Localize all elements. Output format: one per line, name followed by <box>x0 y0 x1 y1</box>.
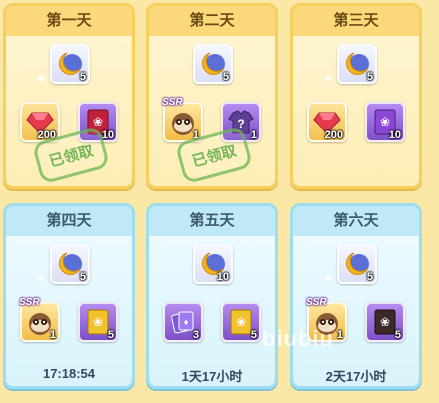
reward-qty: 10 <box>101 129 114 141</box>
ssr-badge: SSR <box>162 97 183 108</box>
day-title: 第一天 <box>6 6 132 36</box>
day-title: 第五天 <box>149 206 275 236</box>
svg-text:♦: ♦ <box>184 317 189 327</box>
ssr-badge: SSR <box>19 297 40 308</box>
reward-slot[interactable]: ❀ 5 <box>221 302 261 342</box>
day-card-3[interactable]: 第三天 5 200 ❀ 10 ✦ <box>290 3 422 189</box>
reward-slot[interactable]: 200 <box>20 102 60 142</box>
reward-slot[interactable]: SSR 1 <box>162 97 203 142</box>
reward-qty: 5 <box>250 329 257 341</box>
sparkle-icon: ✦ <box>36 272 47 286</box>
watermark: biubiu <box>262 326 334 351</box>
reward-qty: 200 <box>324 129 343 141</box>
reward-slot-main[interactable]: 5 <box>193 44 233 84</box>
reward-slot-main[interactable]: 5 <box>337 244 377 284</box>
reward-slot[interactable]: 200 <box>307 102 347 142</box>
day-title: 第三天 <box>293 6 419 36</box>
day-title: 第四天 <box>6 206 132 236</box>
countdown-timer: 17:18:54 <box>42 366 96 381</box>
sparkle-icon: ✦ <box>323 72 334 86</box>
day-title: 第六天 <box>293 206 419 236</box>
sparkle-icon: ✦ <box>36 72 47 86</box>
ssr-badge: SSR <box>306 297 327 308</box>
reward-slot[interactable]: ❀ 5 <box>78 302 118 342</box>
day-card-5[interactable]: 第五天 10 ♦ 3 ❀ 5 1天17小时 <box>146 203 278 389</box>
reward-slot-main[interactable]: 5 <box>50 44 90 84</box>
day-card-4[interactable]: 第四天 5 SSR 1 ❀ 5 ✦ 17:18:54 <box>3 203 135 389</box>
sparkle-icon: ✦ <box>323 272 334 286</box>
reward-qty: 10 <box>216 271 229 283</box>
reward-slot[interactable]: SSR 1 <box>19 297 60 342</box>
reward-qty: 5 <box>79 271 86 283</box>
reward-qty: 5 <box>394 329 401 341</box>
reward-qty: 5 <box>366 71 373 83</box>
svg-text:❀: ❀ <box>93 315 103 329</box>
svg-text:❀: ❀ <box>93 115 103 129</box>
svg-text:❀: ❀ <box>380 115 390 129</box>
reward-qty: 5 <box>366 271 373 283</box>
reward-slot[interactable]: ❀ 10 <box>365 102 405 142</box>
reward-qty: 5 <box>222 71 229 83</box>
reward-qty: 5 <box>79 71 86 83</box>
countdown-timer: 2天17小时 <box>325 369 387 384</box>
day-card-2[interactable]: 第二天 5 SSR 1 ? 1 已领取 <box>146 3 278 189</box>
reward-qty: 1 <box>49 329 56 341</box>
reward-qty: 1 <box>336 329 343 341</box>
reward-qty: 3 <box>192 329 199 341</box>
day-title: 第二天 <box>149 6 275 36</box>
reward-slot[interactable]: ♦ 3 <box>163 302 203 342</box>
reward-slot[interactable]: ❀ 5 <box>365 302 405 342</box>
reward-qty: 5 <box>107 329 114 341</box>
day-card-6[interactable]: 第六天 5 SSR 1 ❀ 5 ✦ 2天17小时 <box>290 203 422 389</box>
svg-text:❀: ❀ <box>380 315 390 329</box>
reward-slot-main[interactable]: 5 <box>50 244 90 284</box>
reward-slot-main[interactable]: 5 <box>337 44 377 84</box>
reward-qty: 10 <box>388 129 401 141</box>
day-card-1[interactable]: 第一天 5 200 ❀ 10 已领取 ✦ <box>3 3 135 189</box>
checkin-grid: 第一天 5 200 ❀ 10 已领取 ✦ 第二天 5 SSR 1 ? 1 已领取… <box>0 0 439 403</box>
reward-slot-main[interactable]: 10 <box>193 244 233 284</box>
reward-qty: 1 <box>250 129 257 141</box>
countdown-timer: 1天17小时 <box>181 369 243 384</box>
svg-text:❀: ❀ <box>236 315 246 329</box>
